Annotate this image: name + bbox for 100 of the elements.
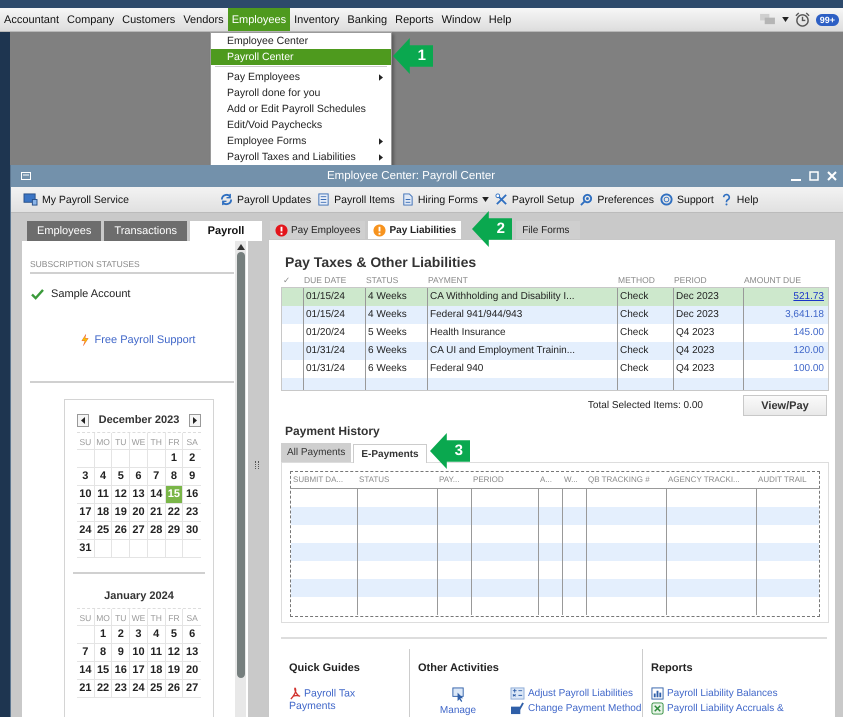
- menu-item[interactable]: Payroll done for you: [211, 85, 391, 101]
- column-header[interactable]: QB TRACKING #: [586, 472, 666, 488]
- report-link[interactable]: Payroll Liability Accruals &: [651, 702, 784, 715]
- calendar-day[interactable]: 20: [183, 662, 201, 680]
- maximize-button[interactable]: [809, 171, 819, 181]
- menu-item[interactable]: Company: [63, 8, 118, 31]
- column-header[interactable]: STATUS: [364, 272, 426, 287]
- menu-item[interactable]: Edit/Void Paychecks: [211, 117, 391, 133]
- calendar-day[interactable]: 6: [130, 468, 148, 486]
- menu-item[interactable]: Reports: [391, 8, 438, 31]
- calendar-day[interactable]: 1: [166, 450, 184, 468]
- calendar-day[interactable]: 18: [148, 662, 166, 680]
- calendar-day[interactable]: 7: [77, 644, 95, 662]
- menu-item[interactable]: Window: [438, 8, 485, 31]
- calendar-day[interactable]: 14: [77, 662, 95, 680]
- report-link[interactable]: Payroll Liability Balances: [651, 687, 778, 700]
- tab[interactable]: E-Payments: [353, 444, 427, 463]
- table-row[interactable]: 01/15/24 4 Weeks CA Withholding and Disability I... Check Dec 2023 521.73: [282, 288, 828, 306]
- notification-badge[interactable]: 99+: [816, 14, 839, 26]
- calendar-day[interactable]: 8: [94, 644, 112, 662]
- toolbar-button[interactable]: Payroll Items: [314, 193, 398, 206]
- splitter-handle[interactable]: [254, 460, 258, 468]
- menu-item[interactable]: Pay Employees: [211, 69, 391, 85]
- toolbar-button[interactable]: My Payroll Service: [11, 193, 217, 206]
- menu-item[interactable]: Vendors: [179, 8, 228, 31]
- calendar-day[interactable]: 26: [112, 522, 130, 540]
- menu-item[interactable]: Help: [484, 8, 516, 31]
- calendar-day[interactable]: 27: [183, 680, 201, 698]
- menu-item[interactable]: Payroll Center: [211, 49, 391, 65]
- guide-link[interactable]: Payroll Tax Payments: [289, 687, 389, 712]
- table-row[interactable]: 01/31/24 6 Weeks CA UI and Employment Trainin... Check Q4 2023 120.00: [282, 342, 828, 360]
- table-row[interactable]: 01/15/24 4 Weeks Federal 941/944/943 Check Dec 2023 3,641.18: [282, 306, 828, 324]
- calendar-day[interactable]: 26: [166, 680, 184, 698]
- column-header[interactable]: AUDIT TRAIL: [756, 472, 819, 488]
- calendar-day[interactable]: 25: [94, 522, 112, 540]
- manage-link[interactable]: Manage: [440, 705, 476, 716]
- toolbar-button[interactable]: Help: [716, 193, 762, 206]
- tab[interactable]: Payroll: [190, 221, 262, 241]
- calendar-day[interactable]: 25: [148, 680, 166, 698]
- calendar-day[interactable]: 23: [112, 680, 130, 698]
- menu-item[interactable]: Banking: [343, 8, 392, 31]
- calendar-day[interactable]: 19: [112, 504, 130, 522]
- system-menu-button[interactable]: [21, 172, 31, 180]
- calendar-day[interactable]: 7: [148, 468, 166, 486]
- calendar-day[interactable]: 4: [94, 468, 112, 486]
- calendar-day[interactable]: 21: [148, 504, 166, 522]
- calendar-day[interactable]: 12: [166, 644, 184, 662]
- calendar-day[interactable]: 2: [112, 626, 130, 644]
- tab[interactable]: File Forms: [516, 221, 580, 239]
- column-header[interactable]: ✓: [281, 272, 302, 287]
- menu-item[interactable]: Add or Edit Payroll Schedules: [211, 101, 391, 117]
- calendar-day[interactable]: 1: [94, 626, 112, 644]
- calendar-day[interactable]: 16: [112, 662, 130, 680]
- calendar-day[interactable]: 22: [166, 504, 184, 522]
- menu-item[interactable]: Inventory: [290, 8, 344, 31]
- tab[interactable]: Pay Employees: [270, 221, 366, 239]
- close-button[interactable]: [827, 171, 837, 181]
- calendar-day[interactable]: 12: [112, 486, 130, 504]
- calendar-day[interactable]: 2: [183, 450, 201, 468]
- calendar-day[interactable]: 15: [94, 662, 112, 680]
- calendar-day[interactable]: 11: [94, 486, 112, 504]
- calendar-day[interactable]: 28: [148, 522, 166, 540]
- tab[interactable]: Employees: [27, 221, 102, 241]
- calendar-day[interactable]: 9: [112, 644, 130, 662]
- calendar-day[interactable]: 21: [77, 680, 95, 698]
- column-header[interactable]: AGENCY TRACKI...: [666, 472, 756, 488]
- calendar-day[interactable]: 30: [183, 522, 201, 540]
- tab[interactable]: Pay Liabilities: [368, 221, 462, 239]
- calendar-day[interactable]: 5: [166, 626, 184, 644]
- menu-item[interactable]: Payroll Taxes and Liabilities: [211, 149, 391, 165]
- calendar-day[interactable]: 24: [77, 522, 95, 540]
- calendar-day[interactable]: 13: [183, 644, 201, 662]
- calendar-day[interactable]: 6: [183, 626, 201, 644]
- calendar-day[interactable]: 31: [77, 540, 95, 558]
- column-header[interactable]: DUE DATE: [302, 272, 364, 287]
- column-header[interactable]: A...: [538, 472, 562, 488]
- column-header[interactable]: PAYMENT: [426, 272, 616, 287]
- calendar-day[interactable]: 17: [77, 504, 95, 522]
- column-header[interactable]: PAY...: [437, 472, 471, 488]
- calendar-day[interactable]: 5: [112, 468, 130, 486]
- next-month-button[interactable]: [189, 414, 201, 426]
- tab[interactable]: Transactions: [104, 221, 187, 241]
- tab[interactable]: All Payments: [281, 443, 352, 462]
- calendar-day[interactable]: 27: [130, 522, 148, 540]
- calendar-day[interactable]: 3: [77, 468, 95, 486]
- calendar-day[interactable]: 24: [130, 680, 148, 698]
- calendar-day[interactable]: 10: [130, 644, 148, 662]
- calendar-day[interactable]: 3: [130, 626, 148, 644]
- calendar-day[interactable]: 22: [94, 680, 112, 698]
- calendar-day[interactable]: 29: [166, 522, 184, 540]
- menu-item[interactable]: Employee Forms: [211, 133, 391, 149]
- scrollbar-thumb[interactable]: [236, 252, 244, 678]
- view-pay-button[interactable]: View/Pay: [743, 395, 827, 416]
- support-link[interactable]: Free Payroll Support: [94, 334, 196, 346]
- menu-item[interactable]: Employee Center: [211, 33, 391, 49]
- menu-item[interactable]: Employees: [228, 8, 290, 31]
- column-header[interactable]: STATUS: [357, 472, 437, 488]
- column-header[interactable]: PERIOD: [672, 272, 742, 287]
- calendar-day[interactable]: 9: [183, 468, 201, 486]
- activity-link[interactable]: Adjust Payroll Liabilities: [510, 687, 634, 700]
